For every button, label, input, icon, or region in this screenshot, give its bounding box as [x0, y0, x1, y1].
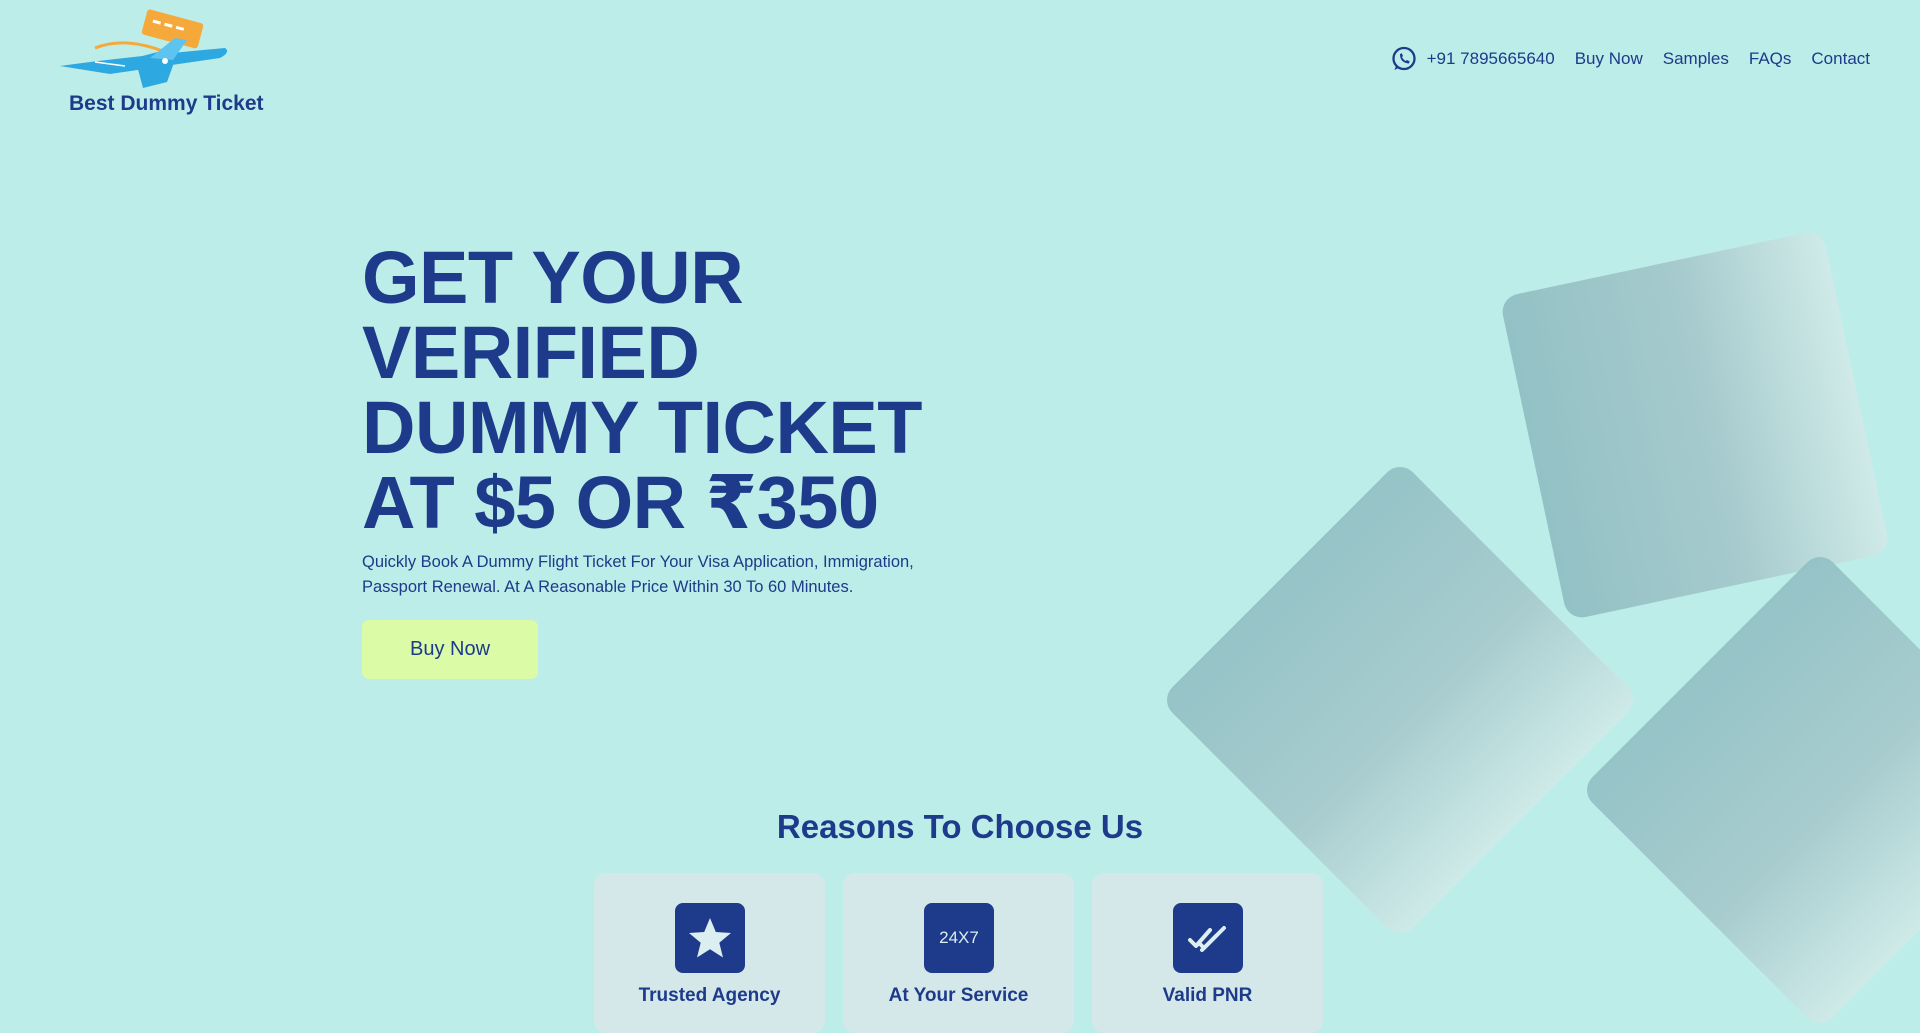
logo[interactable]: Best Dummy Ticket	[55, 8, 295, 118]
reason-badge: 24X7	[924, 903, 994, 973]
clock-24x7-icon: 24X7	[939, 928, 979, 947]
phone-number: +91 7895665640	[1426, 49, 1555, 68]
star-icon	[689, 918, 731, 958]
hero-title-line: GET YOUR	[362, 236, 744, 319]
reason-card-service: 24X7 At Your Service	[843, 873, 1074, 1033]
hero-title-line: DUMMY TICKET	[362, 386, 922, 469]
hero-subtitle: Quickly Book A Dummy Flight Ticket For Y…	[362, 553, 914, 596]
nav-samples[interactable]: Samples	[1663, 49, 1729, 69]
reasons-cards: Trusted Agency 24X7 At Your Service Vali…	[594, 873, 1323, 1033]
reason-card-title: At Your Service	[888, 985, 1029, 1006]
hero-title-line: VERIFIED	[362, 311, 700, 394]
airplane-logo-icon	[60, 9, 228, 88]
reason-badge	[675, 903, 745, 973]
reasons-title: Reasons To Choose Us	[776, 808, 1144, 845]
whatsapp-icon	[1391, 46, 1416, 71]
reason-card-trusted: Trusted Agency	[594, 873, 825, 1033]
nav-faqs[interactable]: FAQs	[1749, 49, 1792, 69]
hero-title-line: AT $5 OR ₹350	[362, 461, 879, 544]
hero-title: GET YOUR VERIFIED DUMMY TICKET AT $5 OR …	[362, 240, 982, 540]
hero-section: GET YOUR VERIFIED DUMMY TICKET AT $5 OR …	[362, 240, 982, 679]
phone-contact[interactable]: +91 7895665640	[1391, 46, 1555, 72]
reason-badge	[1173, 903, 1243, 973]
reason-card-title: Trusted Agency	[638, 985, 781, 1006]
nav-buy-now[interactable]: Buy Now	[1575, 49, 1643, 69]
double-check-icon	[1188, 926, 1226, 952]
site-header: Best Dummy Ticket +91 7895665640 Buy Now…	[0, 0, 1920, 130]
brand-name: Best Dummy Ticket	[69, 92, 264, 115]
buy-now-button[interactable]: Buy Now	[362, 620, 538, 679]
main-nav: +91 7895665640 Buy Now Samples FAQs Cont…	[1391, 46, 1870, 72]
decorative-square-right	[1579, 549, 1920, 1031]
nav-contact[interactable]: Contact	[1811, 49, 1870, 69]
reason-card-pnr: Valid PNR	[1092, 873, 1323, 1033]
reason-card-title: Valid PNR	[1162, 985, 1253, 1006]
